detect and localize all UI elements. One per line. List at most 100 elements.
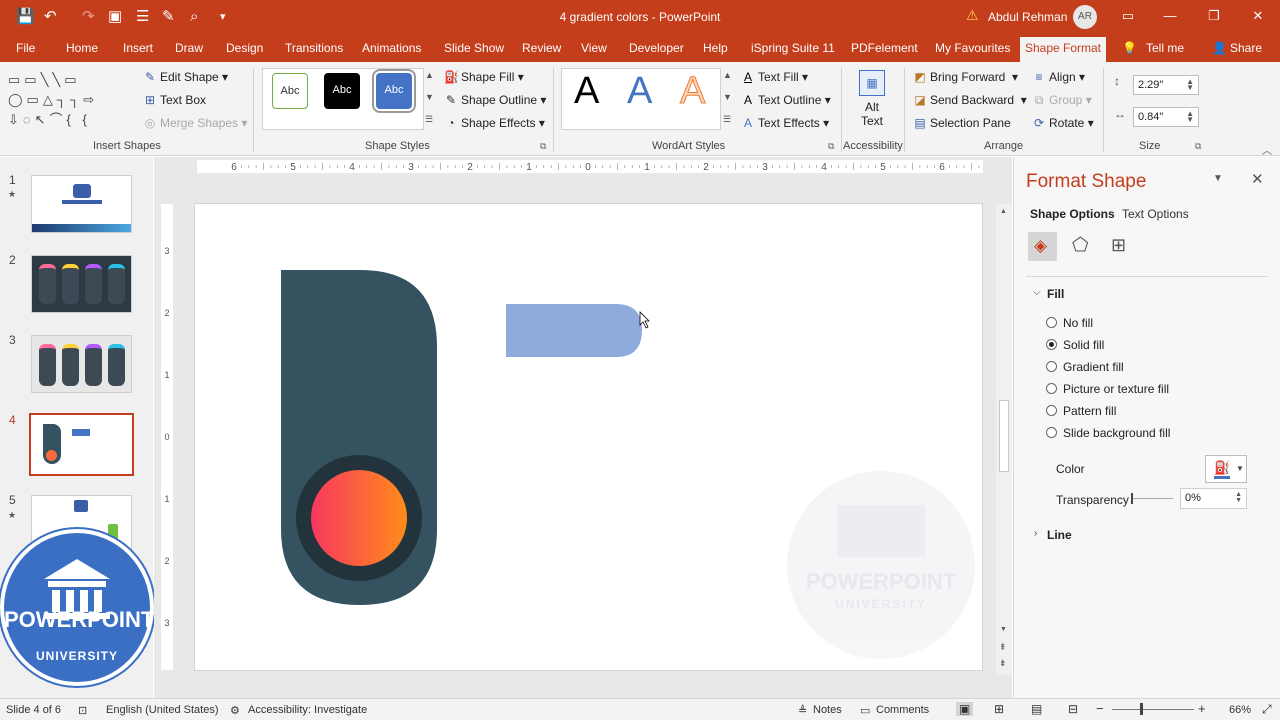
fill-section-header[interactable]: Fill [1047,287,1064,301]
transparency-spinner-icon[interactable]: ▲ ▼ [1235,491,1242,504]
scroll-down-icon[interactable]: ▼ [1000,626,1007,633]
previous-slide-icon[interactable]: ⇞ [999,642,1007,653]
tab-view[interactable]: View [581,41,607,55]
wordart-style-black[interactable]: A [574,70,599,113]
fit-to-window-icon[interactable]: ⤢ [1262,702,1272,717]
collapse-ribbon-icon[interactable]: ︿ [1262,142,1272,157]
tab-shape-options[interactable]: Shape Options [1030,207,1115,221]
slide-thumbnail-3[interactable] [31,335,132,393]
gallery-up-icon[interactable]: ▲ [425,70,434,80]
color-picker-button[interactable]: ⛽ ▼ [1205,455,1247,483]
size-launcher-icon[interactable]: ⧉ [1195,141,1201,152]
send-backward-button[interactable]: ◪ Send Backward ▾ [913,93,1026,107]
align-button[interactable]: ≡ Align ▾ [1032,70,1085,84]
pattern-fill-radio[interactable] [1046,405,1057,416]
shape-height-input[interactable]: 2.29" ▲ ▼ [1133,75,1199,95]
tab-my-favourites[interactable]: My Favourites [935,41,1010,55]
wordart-down-icon[interactable]: ▼ [723,92,732,102]
blue-rounded-rectangle[interactable] [506,304,642,357]
tab-text-options[interactable]: Text Options [1122,207,1189,221]
tab-pdfelement[interactable]: PDFelement [851,41,918,55]
slide-background-fill-label[interactable]: Slide background fill [1063,426,1170,440]
scroll-up-icon[interactable]: ▲ [1000,208,1007,215]
line-section-header[interactable]: Line [1047,528,1072,542]
accessibility-icon[interactable]: ⚙ [230,704,240,717]
scrollbar-thumb[interactable] [999,400,1009,472]
shape-width-input[interactable]: 0.84" ▲ ▼ [1133,107,1199,127]
slide-sorter-icon[interactable]: ⊞ [994,702,1004,716]
wordart-launcher-icon[interactable]: ⧉ [828,141,834,152]
tab-slide-show[interactable]: Slide Show [444,41,504,55]
tab-insert[interactable]: Insert [123,41,153,55]
picture-texture-fill-label[interactable]: Picture or texture fill [1063,382,1169,396]
no-fill-label[interactable]: No fill [1063,316,1093,330]
transparency-slider[interactable] [1131,492,1173,505]
shapes-gallery[interactable]: ▭▭╲╲▭ ◯▭△┐┐⇨ ⇩◌↖⌒{ { [8,70,126,132]
spellcheck-icon[interactable]: ⊡ [78,704,87,717]
wordart-more-icon[interactable]: ☰ [723,114,731,125]
merge-shapes-button[interactable]: ◎ Merge Shapes ▾ [143,116,248,130]
zoom-slider-thumb[interactable] [1140,703,1143,715]
tab-animations[interactable]: Animations [362,41,421,55]
tab-home[interactable]: Home [66,41,98,55]
slideshow-view-icon[interactable]: ⊟ [1068,702,1078,716]
comments-button[interactable]: Comments [876,704,929,716]
bring-forward-button[interactable]: ◩ Bring Forward ▾ [913,70,1018,84]
zoom-in-icon[interactable]: + [1198,701,1206,716]
vertical-scrollbar[interactable]: ▲ ▼ ⇞ ⇟ [996,204,1012,674]
size-properties-icon[interactable]: ⊞ [1111,235,1126,256]
normal-view-icon[interactable]: ▣ [956,702,974,716]
text-outline-button[interactable]: A Text Outline ▾ [741,93,831,107]
shape-effects-button[interactable]: ◔ Shape Effects ▾ [444,116,544,130]
gradient-fill-label[interactable]: Gradient fill [1063,360,1124,374]
tab-transitions[interactable]: Transitions [285,41,343,55]
user-name[interactable]: Abdul Rehman [988,10,1067,24]
close-icon[interactable]: ✕ [1248,8,1268,24]
line-expand-icon[interactable]: › [1034,528,1037,539]
wordart-style-blue[interactable]: A [627,70,652,113]
text-effects-button[interactable]: A Text Effects ▾ [741,116,829,130]
language-indicator[interactable]: English (United States) [106,704,219,716]
slide-thumbnail-2[interactable] [31,255,132,313]
text-fill-button[interactable]: A Text Fill ▾ [741,70,808,84]
slide-background-fill-radio[interactable] [1046,427,1057,438]
wordart-style-orange[interactable]: A [679,70,705,113]
wordart-up-icon[interactable]: ▲ [723,70,732,80]
pattern-fill-label[interactable]: Pattern fill [1063,404,1116,418]
fill-collapse-icon[interactable]: ⌵ [1033,287,1041,298]
maximize-icon[interactable]: ❐ [1204,8,1224,24]
transparency-input[interactable]: 0% ▲ ▼ [1180,488,1247,509]
shapes-row-2[interactable]: ◯▭△┐┐⇨ [8,90,126,110]
zoom-out-icon[interactable]: − [1096,701,1104,716]
gradient-fill-radio[interactable] [1046,361,1057,372]
shapes-row-1[interactable]: ▭▭╲╲▭ [8,70,126,90]
style-fill-blue[interactable]: Abc [372,69,416,113]
tab-developer[interactable]: Developer [629,41,684,55]
shape-outline-button[interactable]: ✎ Shape Outline ▾ [444,93,546,107]
tab-review[interactable]: Review [522,41,561,55]
slide-4-canvas[interactable]: POWERPOINT UNIVERSITY [194,203,983,671]
height-spinner-icon[interactable]: ▲ ▼ [1186,78,1194,92]
shapes-row-3[interactable]: ⇩◌↖⌒{ { [8,110,126,130]
tab-help[interactable]: Help [703,41,728,55]
rotate-button[interactable]: ⟳ Rotate ▾ [1032,116,1094,130]
reading-view-icon[interactable]: ▤ [1031,702,1042,716]
dialog-launcher-icon[interactable]: ⧉ [540,141,546,152]
gallery-more-icon[interactable]: ☰ [425,114,433,125]
tab-file[interactable]: File [16,41,35,55]
tab-ispring[interactable]: iSpring Suite 11 [751,41,835,55]
tab-shape-format[interactable]: Shape Format [1020,37,1106,62]
gallery-down-icon[interactable]: ▼ [425,92,434,102]
next-slide-icon[interactable]: ⇟ [999,658,1007,669]
minimize-icon[interactable]: — [1160,8,1180,23]
fill-line-tab[interactable]: ◈ [1028,232,1057,261]
avatar[interactable]: AR [1073,5,1097,29]
tab-draw[interactable]: Draw [175,41,203,55]
solid-fill-label[interactable]: Solid fill [1063,338,1104,352]
tab-design[interactable]: Design [226,41,263,55]
style-fill-black[interactable]: Abc [324,73,360,109]
shape-fill-button[interactable]: ⛽ Shape Fill ▾ [444,70,524,84]
comments-icon[interactable]: ▭ [860,704,870,717]
notes-icon[interactable]: ≜ [798,704,807,717]
zoom-slider[interactable] [1112,709,1194,710]
